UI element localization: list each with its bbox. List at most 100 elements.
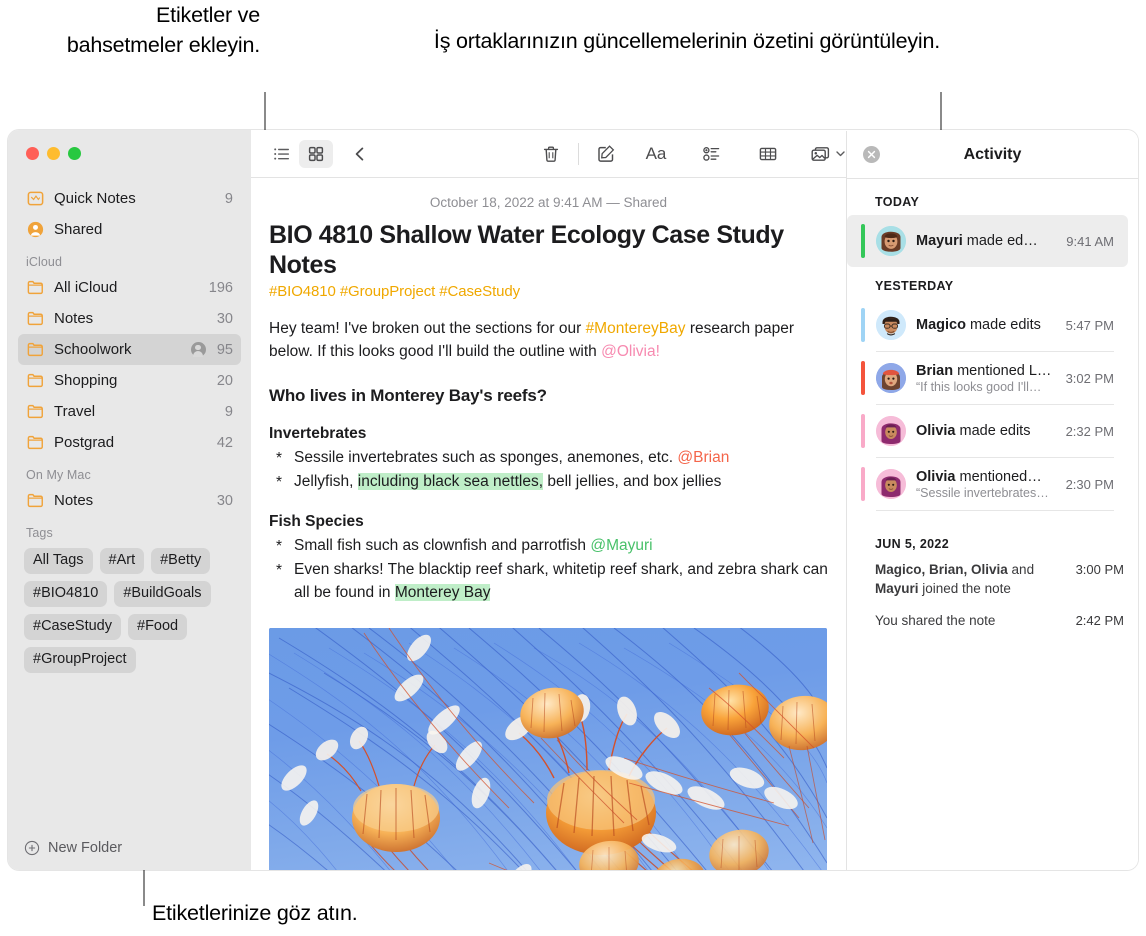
compose-note-button[interactable]	[589, 140, 623, 168]
insert-table-button[interactable]	[751, 140, 785, 168]
activity-group-title-jun-5: JUN 5, 2022	[875, 537, 950, 551]
sidebar-item-count: 9	[224, 190, 233, 207]
list-view-button[interactable]	[265, 140, 299, 168]
note-bullet-list-fish: Small fish such as clownfish and parrotf…	[269, 534, 828, 605]
activity-row-magico-edits[interactable]: Magico made edits 5:47 PM	[847, 299, 1128, 351]
tag-chip-groupproject[interactable]: #GroupProject	[24, 647, 136, 673]
activity-row-main: Magico made edits	[916, 317, 1058, 333]
activity-row-time: 2:42 PM	[1075, 613, 1124, 628]
activity-row-mayuri-edits[interactable]: Mayuri made ed… 9:41 AM	[847, 215, 1128, 267]
callout-browse-tags: Etiketlerinize göz atın.	[152, 901, 358, 925]
note-tags-line[interactable]: #BIO4810 #GroupProject #CaseStudy	[269, 280, 828, 300]
avatar-memoji-mayuri	[876, 226, 906, 256]
activity-actor-name: Mayuri	[916, 233, 963, 249]
tag-chip-list: All Tags #Art #Betty #BIO4810 #BuildGoal…	[8, 543, 251, 673]
activity-row-main: Olivia mentioned…	[916, 469, 1058, 485]
activity-row-brian-mentioned[interactable]: Brian mentioned L… “If this looks good I…	[847, 352, 1128, 404]
tag-chip-buildgoals[interactable]: #BuildGoals	[114, 581, 211, 607]
note-section-heading: Who lives in Monterey Bay's reefs?	[269, 386, 547, 405]
note-date: October 18, 2022 at 9:41 AM — Shared	[429, 195, 668, 210]
note-subheading-invertebrates: Invertebrates	[269, 425, 367, 442]
sidebar-item-travel[interactable]: Travel 9	[18, 396, 241, 427]
avatar-memoji-magico	[876, 310, 906, 340]
trash-icon	[543, 146, 559, 162]
sidebar-item-notes-icloud[interactable]: Notes 30	[18, 303, 241, 334]
jellyfish-photo-image	[269, 628, 827, 870]
tag-chip-betty[interactable]: #Betty	[151, 548, 211, 574]
mention-brian[interactable]: @Brian	[677, 449, 729, 466]
activity-actor-name: Olivia	[916, 468, 956, 485]
new-folder-label: New Folder	[48, 840, 123, 856]
activity-row-main: Brian mentioned L…	[916, 363, 1058, 379]
new-folder-button[interactable]: New Folder	[8, 826, 251, 870]
grid-view-button[interactable]	[299, 139, 333, 168]
close-window-button[interactable]	[26, 147, 39, 160]
delete-note-button[interactable]	[534, 140, 568, 168]
inline-tag-montereybay[interactable]: #MontereyBay	[586, 320, 686, 337]
sidebar-item-all-icloud[interactable]: All iCloud 196	[18, 272, 241, 303]
grid-view-icon	[308, 146, 324, 161]
avatar	[876, 226, 906, 256]
tag-chip-food[interactable]: #Food	[128, 614, 188, 640]
checklist-button[interactable]	[695, 140, 729, 168]
activity-list[interactable]: TODAY Mayuri made ed… 9:41 AM YESTERDAY …	[847, 179, 1138, 870]
sidebar-item-schoolwork[interactable]: Schoolwork 95	[18, 334, 241, 365]
note-bullet[interactable]: Jellyfish, including black sea nettles, …	[276, 470, 828, 494]
back-button[interactable]	[343, 140, 377, 168]
window-traffic-lights	[8, 130, 251, 177]
activity-row-quote: “Sessile invertebrates…	[916, 485, 1049, 500]
sidebar-item-count: 42	[216, 434, 233, 451]
format-text-button[interactable]: Aa	[639, 140, 673, 168]
note-bullet[interactable]: Even sharks! The blacktip reef shark, wh…	[276, 558, 828, 605]
tag-chip-all-tags[interactable]: All Tags	[24, 548, 93, 574]
activity-actor-name: Brian	[916, 362, 954, 379]
activity-row-olivia-edits[interactable]: Olivia made edits 2:32 PM	[847, 405, 1128, 457]
tag-chip-art[interactable]: #Art	[99, 548, 145, 574]
activity-row-olivia-mentioned[interactable]: Olivia mentioned… “Sessile invertebrates…	[847, 458, 1128, 510]
sidebar-item-postgrad[interactable]: Postgrad 42	[18, 427, 241, 458]
folder-icon	[27, 280, 43, 295]
activity-action: made edits	[965, 317, 1041, 333]
sidebar-item-label: Schoolwork	[54, 341, 132, 358]
activity-action: made ed…	[962, 233, 1038, 249]
mention-olivia[interactable]: @Olivia!	[601, 343, 660, 360]
shared-person-icon	[27, 221, 44, 238]
jellyfish-photo[interactable]	[269, 628, 827, 870]
note-title[interactable]: BIO 4810 Shallow Water Ecology Case Stud…	[269, 220, 828, 280]
sidebar-scroll-area[interactable]: Quick Notes 9 Shared iCloud All iCloud 1…	[8, 177, 251, 826]
quick-note-icon	[27, 191, 44, 206]
folder-icon	[27, 373, 43, 388]
activity-row-text: Olivia mentioned… “Sessile invertebrates…	[916, 469, 1058, 500]
sidebar-item-label: Notes	[54, 310, 94, 327]
note-intro-paragraph[interactable]: Hey team! I've broken out the sections f…	[269, 300, 828, 363]
callout-view-activity: İş ortaklarınızın güncellemelerinin özet…	[433, 29, 940, 53]
sidebar-item-shopping[interactable]: Shopping 20	[18, 365, 241, 396]
bullet-text-tail: bell jellies, and box jellies	[543, 473, 722, 490]
activity-joined-names-2: Mayuri	[875, 581, 919, 596]
tag-chip-casestudy[interactable]: #CaseStudy	[24, 614, 121, 640]
activity-row-main: Olivia made edits	[916, 423, 1058, 439]
sidebar-item-notes-on-my-mac[interactable]: Notes 30	[18, 485, 241, 516]
sidebar-item-shared[interactable]: Shared	[18, 214, 241, 245]
insert-media-button[interactable]	[807, 140, 849, 168]
sidebar-item-count: 30	[216, 310, 233, 327]
sidebar-item-quick-notes[interactable]: Quick Notes 9	[18, 183, 241, 214]
activity-row-time: 9:41 AM	[1066, 233, 1114, 249]
minimize-window-button[interactable]	[47, 147, 60, 160]
activity-row-text: Mayuri made ed…	[916, 233, 1058, 249]
callout-add-tags: Etiketler ve bahsetmeler ekleyin.	[66, 3, 260, 57]
intro-part-1: Hey team! I've broken out the sections f…	[269, 320, 586, 337]
activity-row-time: 2:30 PM	[1065, 476, 1114, 492]
mention-mayuri[interactable]: @Mayuri	[590, 537, 652, 554]
activity-panel: Activity TODAY Mayuri made ed… 9:41 AM Y…	[846, 131, 1138, 870]
bullet-text: Small fish such as clownfish and parrotf…	[294, 537, 591, 554]
sidebar-item-label: Notes	[54, 492, 94, 509]
activity-joined-text: Magico, Brian, Olivia and Mayuri joined …	[875, 560, 1076, 598]
note-bullet[interactable]: Small fish such as clownfish and parrotf…	[276, 534, 828, 558]
maximize-window-button[interactable]	[68, 147, 81, 160]
note-bullet[interactable]: Sessile invertebrates such as sponges, a…	[276, 446, 828, 470]
note-editor[interactable]: October 18, 2022 at 9:41 AM — Shared BIO…	[251, 178, 846, 870]
activity-actor-name: Magico	[916, 317, 966, 333]
activity-row-text: Olivia made edits	[916, 423, 1058, 439]
tag-chip-bio4810[interactable]: #BIO4810	[24, 581, 108, 607]
